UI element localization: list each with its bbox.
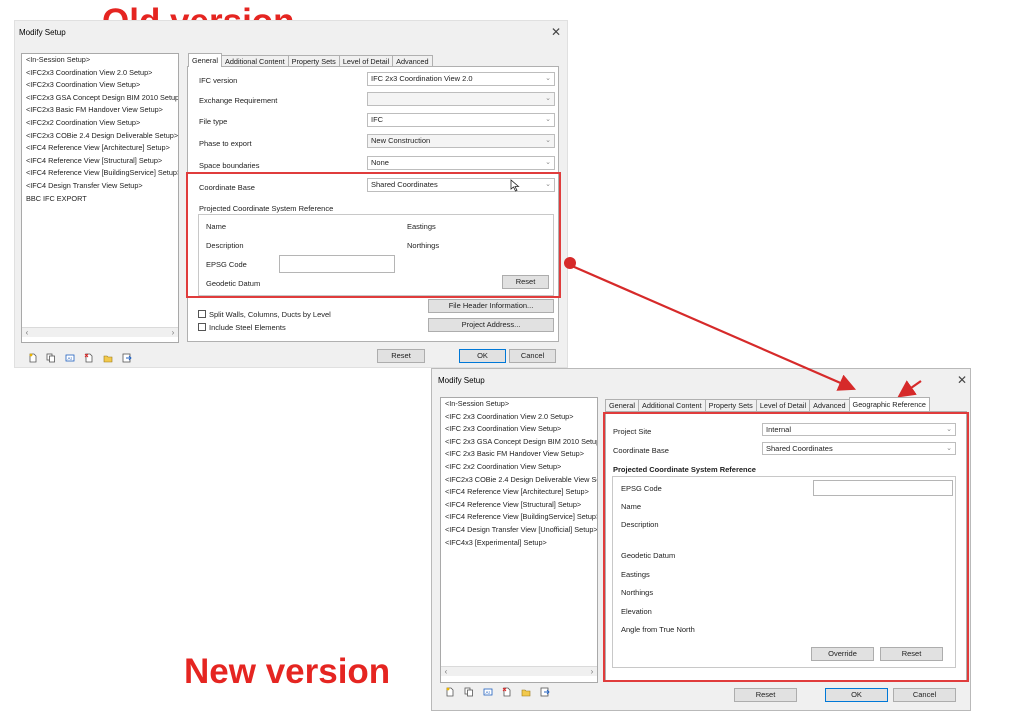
tab-general[interactable]: General (188, 53, 222, 67)
tab-geographic-reference[interactable]: Geographic Reference (848, 397, 930, 411)
connector-arrow-overlay (564, 257, 922, 398)
tab-pointer-arrow (897, 380, 922, 398)
connector-arrow (571, 264, 857, 391)
